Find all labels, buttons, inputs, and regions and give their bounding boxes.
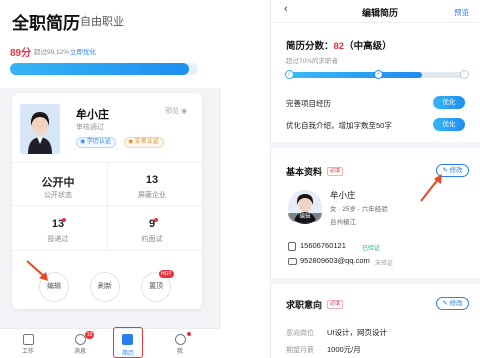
pencil-icon: ✎: [442, 300, 448, 307]
intent-salary-label: 期望月薪: [286, 347, 314, 354]
unread-dot: [154, 218, 158, 222]
tab-messages[interactable]: 消息: [58, 329, 102, 355]
divider: [107, 162, 108, 250]
optimize-button[interactable]: 优化: [433, 96, 465, 109]
score-level: （中高级）: [344, 41, 392, 52]
profile-name: 牟小庄: [330, 190, 356, 200]
resume-icon: [122, 334, 133, 345]
unread-dot: [187, 332, 191, 336]
avatar-edit-tag[interactable]: 编辑: [288, 213, 322, 222]
phone-icon: [288, 242, 296, 251]
eye-icon: ◉: [180, 108, 188, 115]
milestone-check-icon: ✓: [285, 70, 294, 79]
stat-interview-label: 约面试: [141, 236, 163, 243]
check-icon: ◉: [128, 139, 134, 145]
edit-job-intent-button[interactable]: ✎ 修改: [436, 297, 469, 310]
required-tag: 必填: [327, 300, 344, 309]
tab-label: 消息: [73, 349, 86, 355]
badge-label: 实名认证: [134, 139, 159, 145]
tab-resume[interactable]: 简历: [106, 348, 150, 357]
milestone-check-icon: ✓: [374, 70, 383, 79]
message-count-badge: 10: [85, 331, 94, 339]
tip-project-experience: 完善项目经历: [286, 99, 331, 108]
intent-position-label: 意向岗位: [286, 330, 314, 337]
preview-label: 预览: [165, 108, 179, 115]
score-progress-fill: [10, 63, 189, 75]
email-verified-status: 未验证: [375, 261, 394, 267]
optimize-now-link[interactable]: 立即优化: [70, 46, 96, 56]
stat-applied-label: 投递过: [47, 236, 69, 243]
score-progress-fill: [288, 72, 422, 78]
realname-verified-badge: ◉ 实名认证: [124, 137, 164, 148]
section-gap: [270, 278, 480, 284]
divider: [270, 22, 480, 23]
stat-blocked-label: 屏蔽企业: [138, 192, 166, 199]
resume-score: 89分: [10, 48, 32, 59]
stat-public-value[interactable]: 公开中: [18, 174, 98, 190]
hot-badge: HOT: [159, 270, 174, 278]
basic-info-title: 基本资料: [286, 167, 323, 177]
check-icon: ◉: [80, 139, 86, 145]
avatar: [20, 104, 60, 154]
score-value: 82: [333, 41, 345, 52]
stat-applied-value[interactable]: 13: [18, 218, 98, 230]
edit-label: 修改: [449, 300, 463, 307]
candidate-name: 牟小庄: [76, 109, 109, 121]
preview-link[interactable]: 预览 ◉: [165, 106, 187, 116]
score-description: 超过99.12%: [34, 49, 70, 56]
person-icon: [174, 334, 186, 345]
stat-public-label: 公开状态: [44, 192, 72, 199]
score-description: 超过70%的求职者: [286, 58, 339, 65]
badge-label: 学历认证: [86, 139, 111, 145]
optimize-button[interactable]: 优化: [433, 118, 465, 131]
phone-number: 15606760121: [300, 241, 346, 250]
email-icon: [288, 258, 297, 265]
tab-work[interactable]: 工作: [6, 329, 50, 355]
phone-verified-status: 已验证: [362, 246, 381, 252]
milestone-dot-icon: [460, 70, 469, 79]
page-title: 编辑简历: [361, 8, 398, 18]
annotation-arrow-icon: [26, 260, 48, 281]
edit-label: 修改: [449, 167, 463, 174]
tip-self-intro: 优化自我介绍，增加字数至50字: [286, 121, 392, 130]
score-label: 简历分数：: [286, 41, 334, 52]
education-verified-badge: ◉ 学历认证: [76, 137, 116, 148]
message-icon: [74, 334, 86, 345]
required-tag: 必填: [327, 167, 344, 176]
section-gap: [270, 142, 480, 148]
briefcase-icon: [22, 334, 34, 345]
preview-button[interactable]: 预览: [454, 7, 469, 18]
tab-fulltime-resume[interactable]: 全职简历: [12, 9, 80, 34]
tab-label: 工作: [21, 349, 34, 355]
review-status: 审核通过: [76, 124, 104, 131]
stat-interview-value[interactable]: 9: [112, 218, 192, 230]
unread-dot: [62, 218, 66, 222]
profile-info: 女 · 25岁 · 六年经验: [330, 206, 388, 213]
divider: [12, 250, 202, 251]
tab-label: 我: [176, 349, 183, 355]
profile-city: 台州椒江: [330, 219, 356, 226]
email-address: 952809603@qq.com: [300, 256, 370, 265]
back-button[interactable]: ‹: [284, 3, 288, 15]
resume-score-line: 简历分数：82（中高级）: [286, 38, 392, 52]
tab-freelance[interactable]: 自由职业: [80, 13, 124, 29]
refresh-resume-button[interactable]: 刷新: [90, 272, 120, 302]
intent-position-value: UI设计，网页设计: [327, 328, 387, 337]
tab-me[interactable]: 我: [158, 329, 202, 355]
job-intent-title: 求职意向: [286, 300, 323, 310]
annotation-arrow-icon: [420, 174, 442, 202]
intent-salary-value: 1000元/月: [327, 345, 361, 354]
stat-blocked-value[interactable]: 13: [112, 174, 192, 186]
